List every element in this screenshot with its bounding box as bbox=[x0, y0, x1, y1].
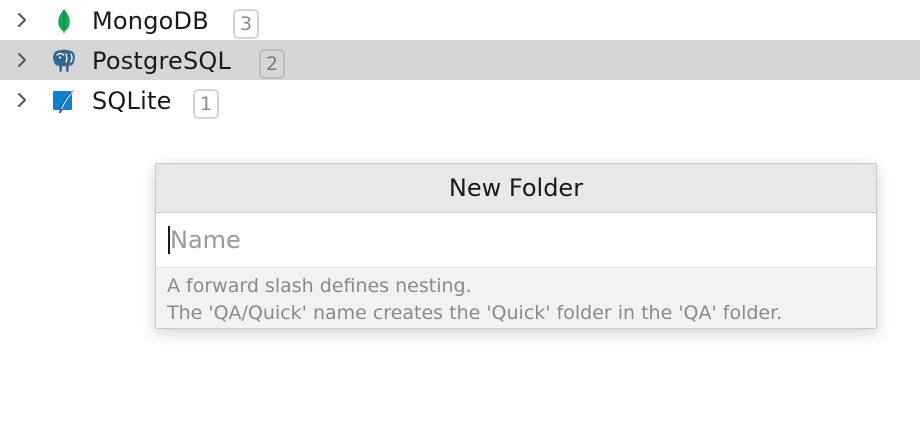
text-caret bbox=[168, 226, 170, 254]
mongodb-leaf-icon bbox=[58, 9, 70, 34]
hint-line: The 'QA/Quick' name creates the 'Quick' … bbox=[167, 302, 783, 324]
postgresql-elephant-icon bbox=[53, 49, 75, 73]
count-badge: 1 bbox=[193, 89, 219, 119]
name-field[interactable] bbox=[156, 213, 876, 268]
tree-item-postgresql[interactable]: PostgreSQL 2 bbox=[0, 40, 920, 80]
sqlite-feather-icon bbox=[53, 88, 77, 113]
tree-item-sqlite[interactable]: SQLite 1 bbox=[0, 80, 920, 120]
chevron-right-icon[interactable] bbox=[14, 91, 30, 109]
tree-item-label: SQLite bbox=[92, 87, 172, 115]
hint-text: A forward slash defines nesting. The 'QA… bbox=[156, 268, 876, 327]
chevron-right-icon[interactable] bbox=[14, 51, 30, 69]
tree-item-label: PostgreSQL bbox=[92, 47, 232, 75]
chevron-right-icon[interactable] bbox=[14, 11, 30, 29]
count-badge: 3 bbox=[233, 9, 259, 39]
dialog-title: New Folder bbox=[156, 164, 876, 213]
count-badge: 2 bbox=[259, 49, 285, 79]
database-tree: MongoDB 3 PostgreSQL 2 SQLite 1 bbox=[0, 0, 920, 120]
folder-name-input[interactable] bbox=[156, 213, 876, 267]
tree-item-label: MongoDB bbox=[92, 7, 209, 35]
tree-item-mongodb[interactable]: MongoDB 3 bbox=[0, 0, 920, 40]
hint-line: A forward slash defines nesting. bbox=[167, 275, 472, 297]
new-folder-dialog: New Folder A forward slash defines nesti… bbox=[155, 163, 877, 329]
